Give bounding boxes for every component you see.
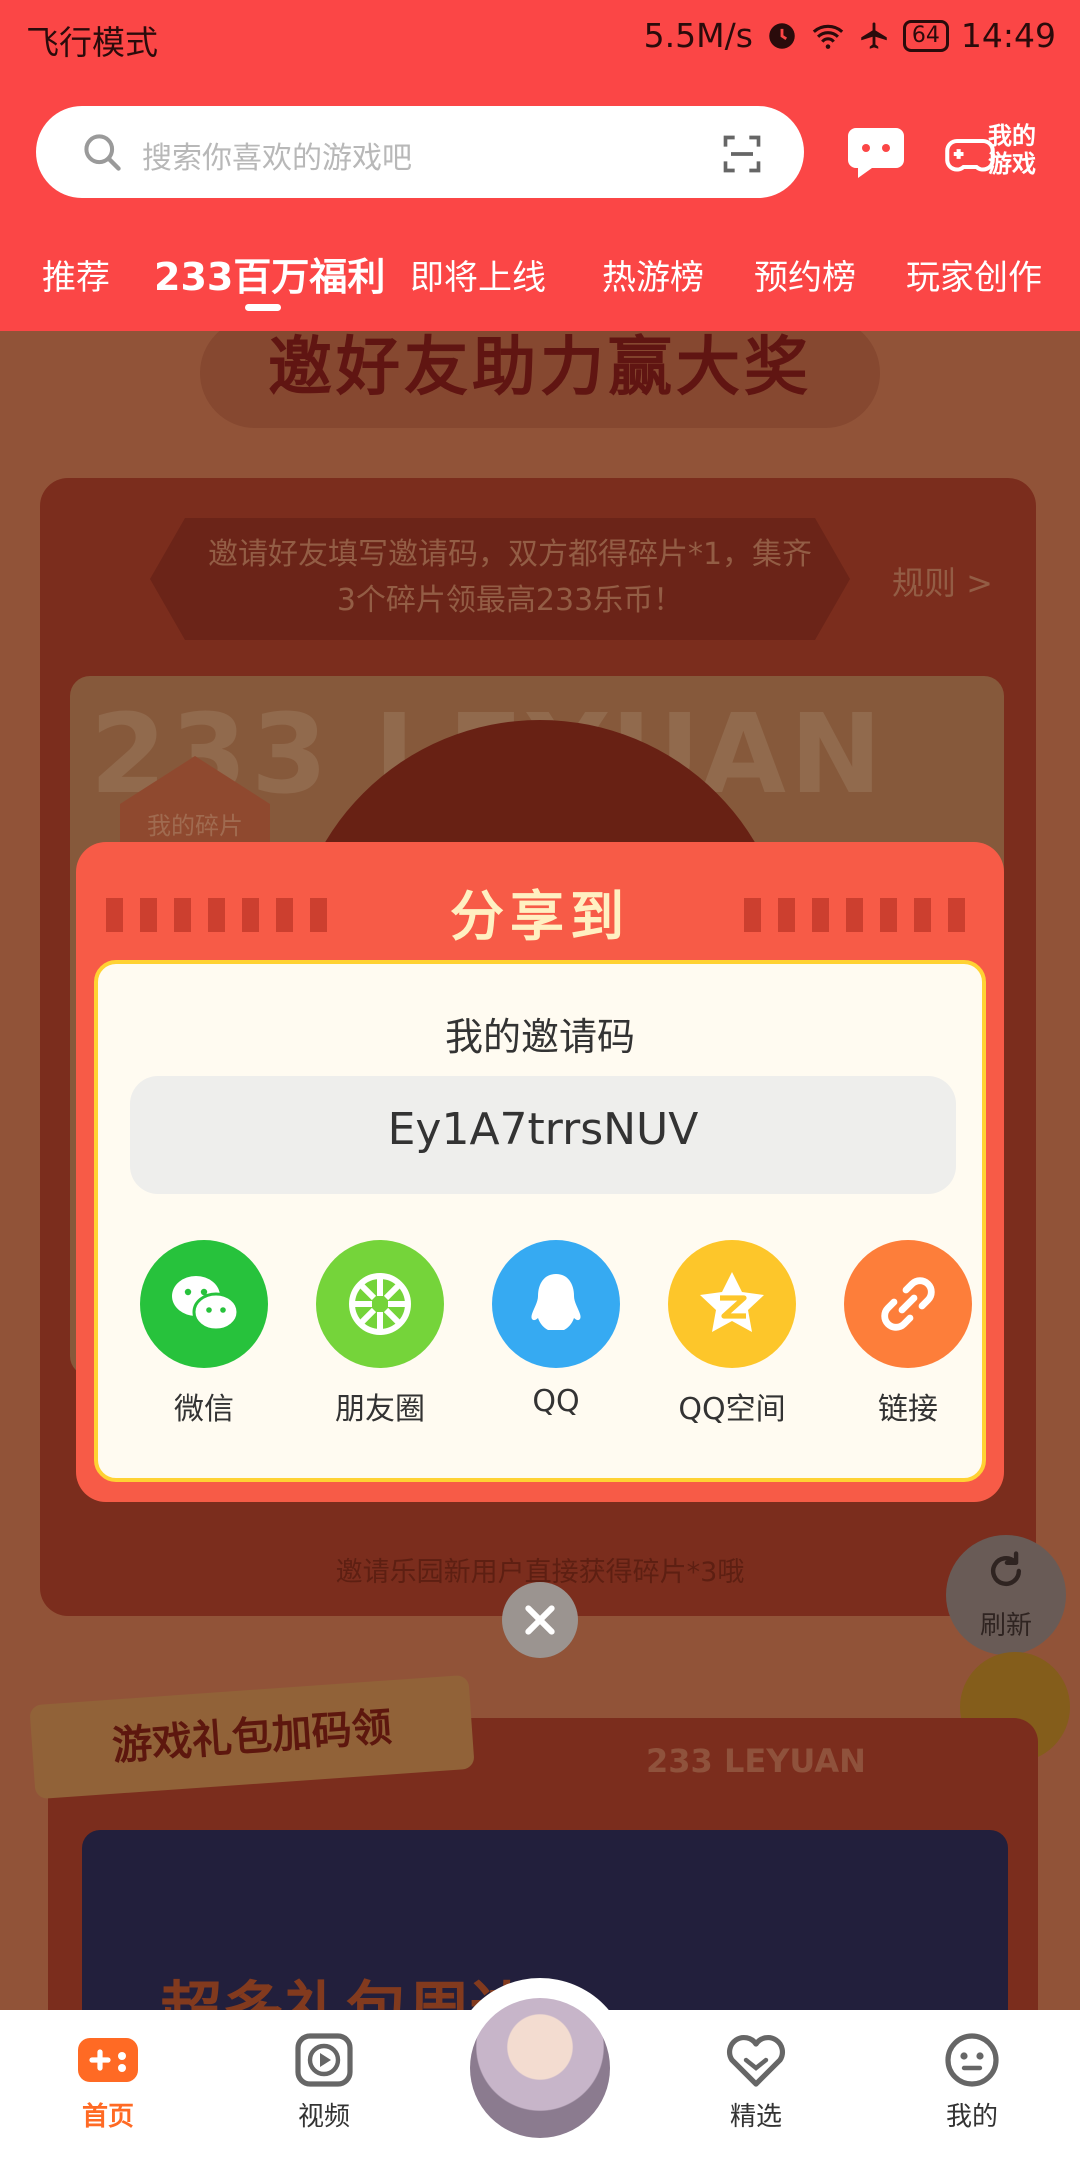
category-tabs: 推荐 233百万福利 即将上线 热游榜 预约榜 玩家创作 (0, 240, 1080, 330)
invite-code-label: 我的邀请码 (444, 1015, 635, 1059)
share-qq[interactable]: QQ (468, 1240, 644, 1419)
my-games-button[interactable]: 我的游戏 (944, 120, 1044, 184)
share-wechat[interactable]: 微信 (116, 1240, 292, 1428)
moments-icon (316, 1240, 444, 1368)
tab-reservation-ranking[interactable]: 预约榜 (754, 250, 856, 299)
active-tab-indicator (245, 304, 281, 311)
nav-video[interactable]: 视频 (244, 2030, 404, 2133)
share-wechat-label: 微信 (174, 1392, 234, 1427)
nav-home-label: 首页 (81, 2102, 134, 2132)
my-games-label: 我的游戏 (988, 122, 1036, 178)
share-options: 微信 朋友圈 QQ QQ空间 链接 (98, 1240, 982, 1440)
qzone-icon (668, 1240, 796, 1368)
share-link[interactable]: 链接 (820, 1240, 996, 1428)
search-bar[interactable]: 搜索你喜欢的游戏吧 (36, 106, 804, 198)
share-qzone[interactable]: QQ空间 (644, 1240, 820, 1428)
link-icon (844, 1240, 972, 1368)
modal-content: 我的邀请码 Ey1A7trrsNUV 微信 朋友圈 QQ QQ空间 链接 (94, 960, 986, 1482)
share-modal: 分享到 我的邀请码 Ey1A7trrsNUV 微信 朋友圈 QQ QQ空间 链接 (76, 842, 1004, 1502)
nav-video-label: 视频 (297, 2102, 350, 2132)
tab-233-welfare[interactable]: 233百万福利 (154, 246, 385, 301)
wifi-icon (812, 24, 844, 49)
nav-featured[interactable]: 精选 (676, 2030, 836, 2133)
clock: 14:49 (960, 16, 1056, 55)
close-icon (525, 1605, 555, 1635)
share-moments-label: 朋友圈 (335, 1392, 425, 1427)
tab-hot-ranking[interactable]: 热游榜 (602, 250, 704, 299)
close-modal-button[interactable] (502, 1582, 578, 1658)
nav-featured-label: 精选 (729, 2102, 782, 2132)
tab-upcoming[interactable]: 即将上线 (410, 250, 546, 299)
share-moments[interactable]: 朋友圈 (292, 1240, 468, 1428)
airplane-icon (861, 22, 887, 49)
video-icon (295, 2033, 353, 2087)
tab-recommend[interactable]: 推荐 (42, 250, 110, 299)
modal-title: 分享到 (450, 885, 630, 948)
center-avatar-button[interactable] (450, 1978, 630, 2158)
invite-code-value: Ey1A7trrsNUV (387, 1104, 699, 1155)
heart-icon (726, 2035, 786, 2087)
network-speed: 5.5M/s (643, 16, 753, 55)
invite-code-box[interactable]: Ey1A7trrsNUV (130, 1076, 956, 1194)
status-icons: 5.5M/s 64 14:49 (644, 16, 1056, 55)
gamepad-icon (78, 2038, 138, 2082)
qq-icon (492, 1240, 620, 1368)
profile-icon (945, 2033, 999, 2087)
status-bar: 飞行模式 5.5M/s 64 14:49 (0, 0, 1080, 75)
message-icon[interactable] (844, 120, 908, 184)
search-icon (84, 134, 121, 171)
share-link-label: 链接 (878, 1392, 938, 1427)
alarm-icon (769, 22, 795, 49)
share-qq-label: QQ (532, 1384, 580, 1419)
nav-home[interactable]: 首页 (28, 2030, 188, 2133)
nav-profile-label: 我的 (945, 2102, 998, 2132)
nav-profile[interactable]: 我的 (892, 2030, 1052, 2133)
share-qzone-label: QQ空间 (678, 1392, 786, 1427)
battery-indicator: 64 (902, 19, 949, 52)
tab-player-creation[interactable]: 玩家创作 (906, 250, 1042, 299)
wechat-icon (140, 1240, 268, 1368)
search-placeholder: 搜索你喜欢的游戏吧 (142, 141, 412, 176)
airplane-mode-label: 飞行模式 (26, 23, 158, 62)
scan-icon[interactable] (720, 132, 764, 176)
avatar (470, 1998, 610, 2138)
top-header: 飞行模式 5.5M/s 64 14:49 搜索你喜欢的游戏吧 我的游戏 推荐 2… (0, 0, 1080, 331)
